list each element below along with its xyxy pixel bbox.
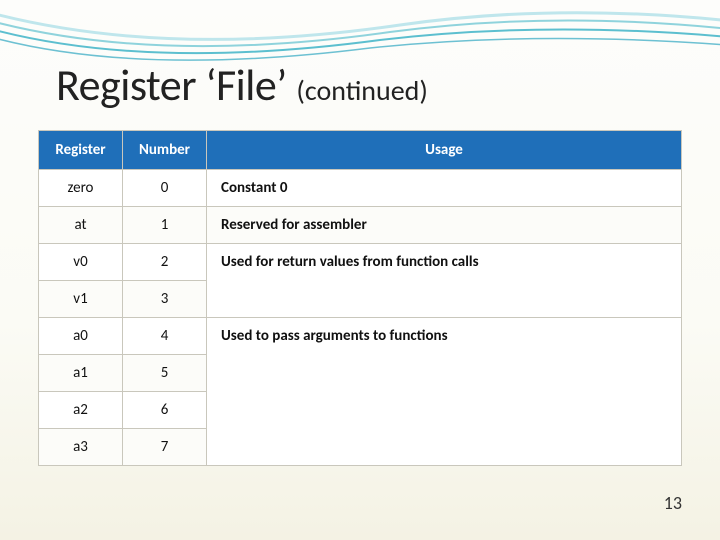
table-row: zero0Constant 0 [39, 170, 682, 207]
cell-register: zero [39, 170, 123, 207]
cell-usage: Constant 0 [207, 170, 682, 207]
cell-number: 5 [123, 355, 207, 392]
cell-register: a3 [39, 429, 123, 466]
cell-register: a2 [39, 392, 123, 429]
header-register: Register [39, 131, 123, 170]
page-number: 13 [664, 492, 682, 514]
cell-register: at [39, 207, 123, 244]
cell-number: 4 [123, 318, 207, 355]
cell-usage: Used to pass arguments to functions [207, 318, 682, 466]
table-body: zero0Constant 0at1Reserved for assembler… [39, 170, 682, 466]
cell-number: 7 [123, 429, 207, 466]
cell-register: a1 [39, 355, 123, 392]
table-header-row: Register Number Usage [39, 131, 682, 170]
title-main: Register ‘File’ [56, 58, 287, 112]
cell-register: a0 [39, 318, 123, 355]
cell-usage: Reserved for assembler [207, 207, 682, 244]
cell-number: 3 [123, 281, 207, 318]
header-number: Number [123, 131, 207, 170]
cell-register: v0 [39, 244, 123, 281]
cell-number: 0 [123, 170, 207, 207]
header-usage: Usage [207, 131, 682, 170]
cell-usage: Used for return values from function cal… [207, 244, 682, 318]
register-table: Register Number Usage zero0Constant 0at1… [38, 130, 682, 466]
table-row: a04Used to pass arguments to functions [39, 318, 682, 355]
table-row: at1Reserved for assembler [39, 207, 682, 244]
cell-register: v1 [39, 281, 123, 318]
table-row: v02Used for return values from function … [39, 244, 682, 281]
slide-title: Register ‘File’ (continued) [56, 58, 428, 112]
cell-number: 1 [123, 207, 207, 244]
title-continued: (continued) [296, 73, 427, 108]
cell-number: 2 [123, 244, 207, 281]
cell-number: 6 [123, 392, 207, 429]
